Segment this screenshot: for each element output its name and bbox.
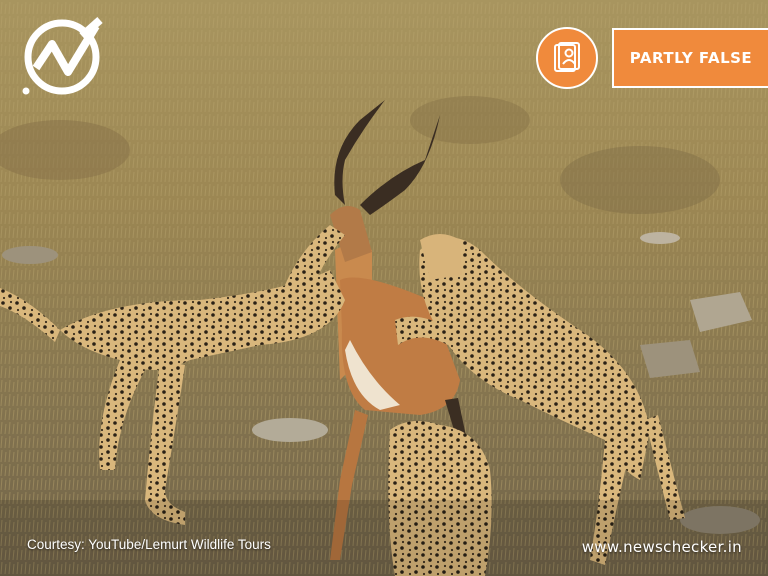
profile-card-icon <box>536 27 598 89</box>
photo-credit: Courtesy: YouTube/Lemurt Wildlife Tours <box>27 537 271 552</box>
website-url: www.newschecker.in <box>581 538 742 556</box>
fact-check-image: PARTLY FALSE Courtesy: YouTube/Lemurt Wi… <box>0 0 768 576</box>
newschecker-logo-icon <box>18 16 108 98</box>
verdict-badge: PARTLY FALSE <box>612 28 768 88</box>
